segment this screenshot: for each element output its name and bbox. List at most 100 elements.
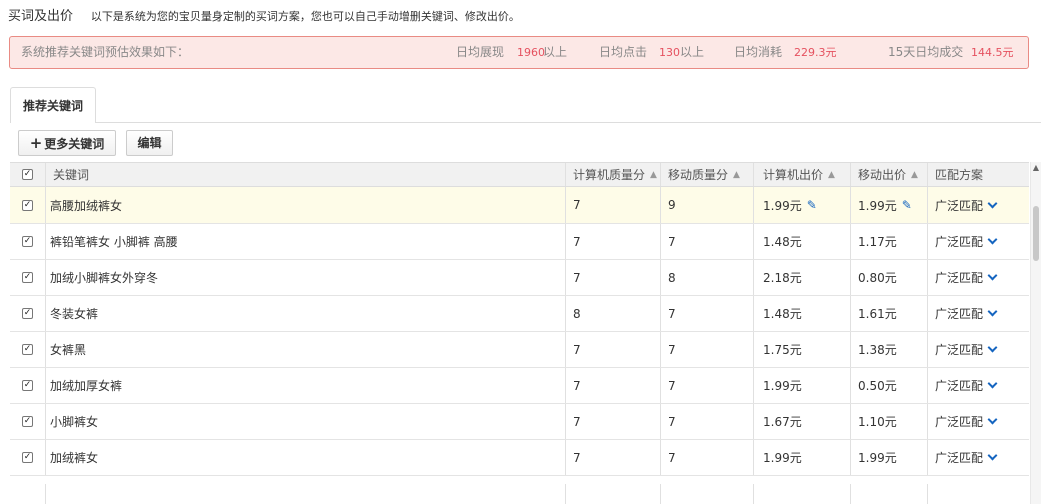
chevron-down-icon[interactable] bbox=[987, 450, 998, 461]
pencil-icon[interactable]: ✎ bbox=[902, 198, 912, 212]
match-cell[interactable]: 广泛匹配 bbox=[927, 296, 1029, 331]
keyword-cell: 女裤黑 bbox=[45, 332, 565, 367]
mobile-bid-cell[interactable]: 0.80元 bbox=[850, 260, 927, 295]
row-checkbox[interactable]: ✓ bbox=[22, 344, 33, 355]
pc-bid-cell[interactable]: 1.75元 bbox=[753, 332, 850, 367]
add-more-keywords-label: 更多关键词 bbox=[44, 137, 105, 151]
match-value: 广泛匹配 bbox=[935, 307, 984, 321]
scroll-thumb[interactable] bbox=[1033, 206, 1039, 261]
row-check-cell: ✓ bbox=[10, 260, 45, 295]
match-cell[interactable]: 广泛匹配 bbox=[927, 440, 1029, 475]
table-row: ✓ 女裤黑 7 7 1.75元 1.38元 广泛匹配 bbox=[10, 332, 1029, 368]
pc-bid-cell[interactable]: 1.67元 bbox=[753, 404, 850, 439]
match-cell[interactable]: 广泛匹配 bbox=[927, 368, 1029, 403]
pc-bid-cell[interactable]: 2.18元 bbox=[753, 260, 850, 295]
mobile-bid-value: 1.99元 bbox=[858, 198, 897, 213]
header-keyword: 关键词 bbox=[45, 163, 565, 186]
mobile-bid-cell[interactable]: 1.61元 bbox=[850, 296, 927, 331]
cost-label: 日均消耗 bbox=[734, 45, 783, 59]
table-row: ✓ 加绒小脚裤女外穿冬 7 8 2.18元 0.80元 广泛匹配 bbox=[10, 260, 1029, 296]
pc-bid-cell[interactable]: 1.99元 bbox=[753, 440, 850, 475]
plus-icon: + bbox=[29, 134, 43, 152]
keyword-cell: 加绒裤女 bbox=[45, 440, 565, 475]
chevron-down-icon[interactable] bbox=[987, 306, 998, 317]
pc-quality-cell: 7 bbox=[565, 440, 660, 475]
chevron-down-icon[interactable] bbox=[987, 270, 998, 281]
header-pc-quality[interactable]: 计算机质量分 ▲ bbox=[565, 163, 660, 186]
pc-quality-cell: 7 bbox=[565, 404, 660, 439]
row-check-cell: ✓ bbox=[10, 332, 45, 367]
mobile-bid-cell[interactable]: 1.99元 bbox=[850, 440, 927, 475]
match-value: 广泛匹配 bbox=[935, 198, 984, 213]
impressions-label: 日均展现 bbox=[456, 45, 505, 59]
edit-button[interactable]: 编辑 bbox=[126, 130, 173, 156]
mobile-bid-cell[interactable]: 1.10元 bbox=[850, 404, 927, 439]
row-check-cell: ✓ bbox=[10, 440, 45, 475]
match-cell[interactable]: 广泛匹配 bbox=[927, 404, 1029, 439]
header-pc-quality-label: 计算机质量分 bbox=[573, 168, 646, 182]
add-more-keywords-button[interactable]: + 更多关键词 bbox=[18, 130, 116, 156]
row-check-cell: ✓ bbox=[10, 187, 45, 223]
select-all-checkbox[interactable]: ✓ bbox=[22, 169, 33, 180]
row-checkbox[interactable]: ✓ bbox=[22, 452, 33, 463]
mobile-bid-cell[interactable]: 1.38元 bbox=[850, 332, 927, 367]
clicks-label: 日均点击 bbox=[599, 45, 648, 59]
pc-bid-cell[interactable]: 1.48元 bbox=[753, 296, 850, 331]
page-description: 以下是系统为您的宝贝量身定制的买词方案，您也可以自己手动增删关键词、修改出价。 bbox=[90, 10, 520, 23]
match-cell[interactable]: 广泛匹配 bbox=[927, 260, 1029, 295]
mobile-quality-cell: 8 bbox=[660, 260, 753, 295]
mobile-quality-cell: 7 bbox=[660, 332, 753, 367]
tab-recommended-keywords[interactable]: 推荐关键词 bbox=[10, 87, 96, 123]
impressions-suffix: 以上 bbox=[543, 45, 568, 59]
mobile-bid-cell[interactable]: 0.50元 bbox=[850, 368, 927, 403]
pencil-icon[interactable]: ✎ bbox=[807, 198, 817, 212]
sort-arrow-icon: ▲ bbox=[650, 169, 657, 180]
table-scrollbar[interactable]: ▲ bbox=[1030, 162, 1041, 504]
match-value: 广泛匹配 bbox=[935, 379, 984, 393]
pc-quality-cell: 7 bbox=[565, 260, 660, 295]
select-all-cell: ✓ bbox=[10, 163, 45, 186]
chevron-down-icon[interactable] bbox=[987, 234, 998, 245]
scroll-up-icon[interactable]: ▲ bbox=[1031, 162, 1041, 174]
pc-quality-cell: 7 bbox=[565, 224, 660, 259]
pc-bid-cell[interactable]: 1.99元 bbox=[753, 368, 850, 403]
mobile-bid-cell[interactable]: 1.17元 bbox=[850, 224, 927, 259]
row-checkbox[interactable]: ✓ bbox=[22, 380, 33, 391]
row-checkbox[interactable]: ✓ bbox=[22, 236, 33, 247]
pc-bid-cell[interactable]: 1.99元 ✎ bbox=[753, 187, 850, 223]
pc-quality-cell: 7 bbox=[565, 368, 660, 403]
row-checkbox[interactable]: ✓ bbox=[22, 308, 33, 319]
row-checkbox[interactable]: ✓ bbox=[22, 416, 33, 427]
header-pc-bid-label: 计算机出价 bbox=[763, 168, 824, 182]
mobile-quality-cell: 7 bbox=[660, 368, 753, 403]
impressions-value: 1960 bbox=[517, 46, 545, 59]
chevron-down-icon[interactable] bbox=[987, 378, 998, 389]
chevron-down-icon[interactable] bbox=[987, 414, 998, 425]
row-check-cell: ✓ bbox=[10, 404, 45, 439]
keyword-cell: 高腰加绒裤女 bbox=[45, 187, 565, 223]
clicks-value: 130 bbox=[659, 46, 680, 59]
mobile-quality-cell: 7 bbox=[660, 440, 753, 475]
cost-value: 229.3元 bbox=[794, 46, 837, 59]
header-mobile-quality[interactable]: 移动质量分 ▲ bbox=[660, 163, 753, 186]
header-mobile-bid[interactable]: 移动出价 ▲ bbox=[850, 163, 927, 186]
match-cell[interactable]: 广泛匹配 bbox=[927, 224, 1029, 259]
row-checkbox[interactable]: ✓ bbox=[22, 199, 33, 211]
pc-bid-cell[interactable]: 1.48元 bbox=[753, 224, 850, 259]
pc-quality-cell: 7 bbox=[565, 332, 660, 367]
tab-divider bbox=[10, 122, 1041, 123]
chevron-down-icon[interactable] bbox=[987, 198, 998, 208]
mobile-quality-cell: 7 bbox=[660, 296, 753, 331]
summary-label: 系统推荐关键词预估效果如下： bbox=[21, 45, 190, 59]
match-cell[interactable]: 广泛匹配 bbox=[927, 332, 1029, 367]
header-pc-bid[interactable]: 计算机出价 ▲ bbox=[753, 163, 850, 186]
mobile-quality-cell: 9 bbox=[660, 187, 753, 223]
mobile-quality-cell: 7 bbox=[660, 404, 753, 439]
chevron-down-icon[interactable] bbox=[987, 342, 998, 353]
sort-arrow-icon: ▲ bbox=[828, 169, 835, 180]
mobile-bid-cell[interactable]: 1.99元 ✎ bbox=[850, 187, 927, 223]
pc-quality-cell: 7 bbox=[565, 187, 660, 223]
row-checkbox[interactable]: ✓ bbox=[22, 272, 33, 283]
match-cell[interactable]: 广泛匹配 bbox=[927, 187, 1029, 223]
deals-value: 144.5元 bbox=[971, 46, 1014, 59]
